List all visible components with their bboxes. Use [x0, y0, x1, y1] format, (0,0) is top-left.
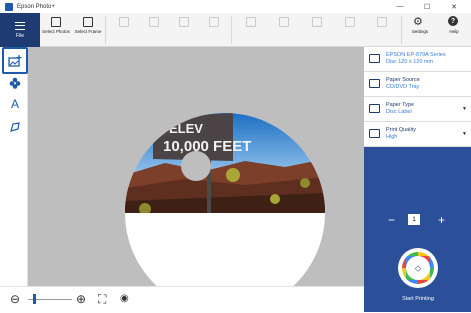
- disabled-tool-2: [138, 13, 170, 47]
- select-frame-button[interactable]: Select Frame: [72, 13, 104, 47]
- crop-icon: [119, 17, 129, 27]
- paper-source-selector[interactable]: Paper Source CD/DVD Tray: [364, 72, 471, 97]
- zoom-slider-handle[interactable]: [33, 294, 36, 304]
- paper-type-selector[interactable]: Paper Type Disc Label ▼: [364, 97, 471, 122]
- toolbar: File Select Photos Select Frame Settings…: [0, 13, 471, 47]
- close-button[interactable]: ✕: [443, 0, 465, 13]
- copies-stepper: − 1 +: [386, 213, 456, 227]
- print-ring-icon: ⬦: [402, 252, 434, 284]
- disabled-tool-3: [168, 13, 200, 47]
- paper-source-label: Paper Source: [386, 77, 420, 83]
- disabled-tool-6: [268, 13, 300, 47]
- disc-view-icon[interactable]: ◉: [120, 293, 129, 304]
- add-image-icon: [8, 54, 22, 67]
- print-quality-label: Print Quality: [386, 127, 416, 133]
- zoom-out-icon[interactable]: ⊖: [10, 292, 20, 306]
- fit-screen-icon[interactable]: ⛶: [98, 292, 106, 307]
- back-icon: [209, 17, 219, 27]
- decrease-copies-button[interactable]: −: [388, 213, 395, 227]
- rotate-left-icon: [246, 17, 256, 27]
- file-label: File: [15, 32, 25, 39]
- minimize-button[interactable]: —: [389, 0, 411, 13]
- text-tool[interactable]: A: [4, 95, 26, 113]
- disabled-tool-1: [108, 13, 140, 47]
- zoom-in-icon[interactable]: ⊕: [76, 292, 86, 306]
- paper-type-label: Paper Type: [386, 102, 415, 108]
- rotate-right-icon: [279, 17, 289, 27]
- print-quality-icon: [369, 129, 380, 138]
- gear-icon: ⚙: [413, 16, 423, 28]
- photo-image: ELEV 10,000 FEET: [125, 113, 325, 213]
- frame-icon: [83, 17, 93, 27]
- start-printing-button[interactable]: ⬦: [398, 248, 438, 288]
- disabled-tool-4: [198, 13, 230, 47]
- draw-tool[interactable]: [4, 118, 26, 136]
- flower-icon: [9, 77, 21, 89]
- window-title: Epson Photo+: [17, 3, 55, 10]
- text-icon: A: [10, 97, 19, 111]
- toolbar-divider: [401, 16, 402, 44]
- printer-name: EPSON EP-879A Series: [386, 52, 446, 58]
- disabled-tool-7: [301, 13, 333, 47]
- printer-icon: [369, 54, 380, 63]
- disabled-tool-5: [235, 13, 267, 47]
- app-icon: [5, 2, 13, 11]
- sign-line2: 10,000 FEET: [163, 138, 251, 155]
- hamburger-icon: [15, 21, 25, 30]
- fit-icon: [149, 17, 159, 27]
- start-printing-label: Start Printing: [402, 296, 434, 302]
- help-label: Help: [449, 29, 459, 34]
- print-quality-selector[interactable]: Print Quality High ▼: [364, 122, 471, 147]
- print-icon: ⬦: [406, 256, 430, 280]
- copy-icon: [345, 17, 355, 27]
- paper-type-value: Disc Label: [386, 109, 412, 115]
- help-icon: ?: [448, 16, 458, 26]
- disabled-tool-8: [334, 13, 366, 47]
- disc-center-hole: [181, 151, 211, 181]
- stamp-tool[interactable]: [4, 74, 26, 92]
- copies-input[interactable]: 1: [408, 214, 420, 225]
- paper-type-icon: [369, 104, 380, 113]
- flip-icon: [312, 17, 322, 27]
- chevron-down-icon: ▼: [462, 131, 467, 137]
- toolbar-divider: [105, 16, 106, 44]
- left-tool-column: A: [0, 47, 28, 286]
- sign-line1: ELEV: [169, 121, 203, 136]
- settings-label: Settings: [411, 29, 429, 34]
- select-photos-label: Select Photos: [42, 29, 70, 34]
- photo-icon: [51, 17, 61, 27]
- front-icon: [179, 17, 189, 27]
- file-menu-button[interactable]: File: [0, 13, 40, 47]
- select-photos-button[interactable]: Select Photos: [40, 13, 72, 47]
- printer-detail: Disc 120 x 120 mm: [386, 59, 434, 65]
- chevron-down-icon: ▼: [462, 106, 467, 112]
- placed-photo[interactable]: ELEV 10,000 FEET: [125, 113, 325, 213]
- paper-source-value: CD/DVD Tray: [386, 84, 420, 90]
- disc-label-preview[interactable]: ELEV 10,000 FEET: [125, 113, 325, 313]
- printer-selector[interactable]: EPSON EP-879A Series Disc 120 x 120 mm: [364, 47, 471, 72]
- select-frame-label: Select Frame: [74, 29, 102, 34]
- delete-icon: [377, 17, 387, 27]
- maximize-button[interactable]: ☐: [416, 0, 438, 13]
- toolbar-divider: [231, 16, 232, 44]
- disabled-tool-9: [366, 13, 398, 47]
- add-image-tool[interactable]: [2, 47, 28, 74]
- print-quality-value: High: [386, 134, 398, 140]
- paint-icon: [10, 122, 20, 132]
- paper-source-icon: [369, 79, 380, 88]
- zoom-bar: ⊖ ⊕ ⛶ ◉: [0, 286, 364, 312]
- increase-copies-button[interactable]: +: [438, 213, 445, 227]
